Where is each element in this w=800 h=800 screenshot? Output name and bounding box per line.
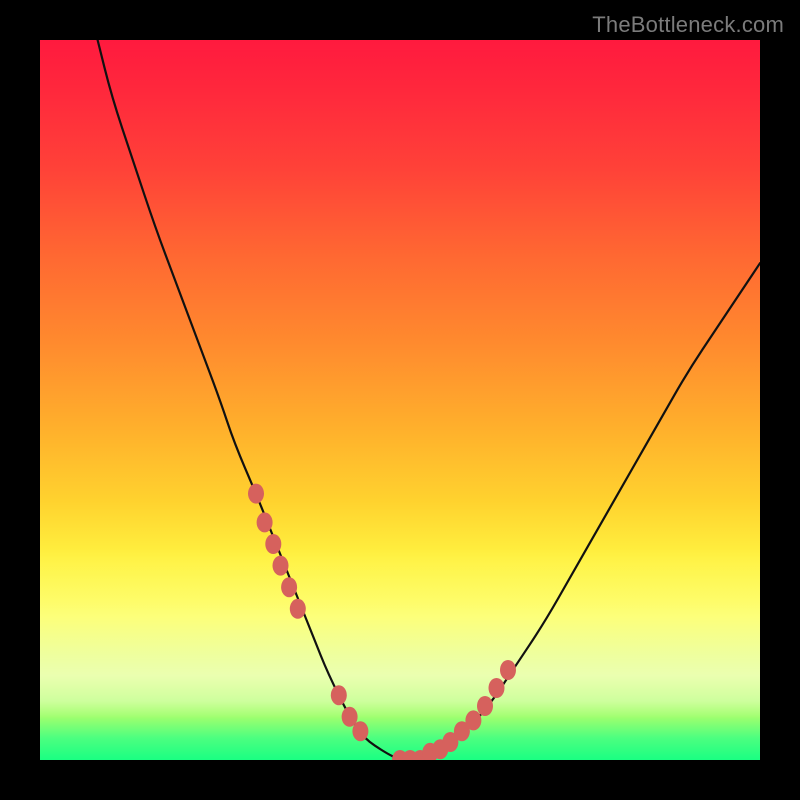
curve-marker (290, 599, 306, 619)
curve-marker (248, 484, 264, 504)
curve-marker (273, 556, 289, 576)
curve-marker (331, 685, 347, 705)
curve-marker (352, 721, 368, 741)
curve-marker (265, 534, 281, 554)
curve-marker (477, 696, 493, 716)
plot-area (40, 40, 760, 760)
curve-svg (40, 40, 760, 760)
bottleneck-curve (98, 40, 760, 760)
curve-marker (281, 577, 297, 597)
watermark-text: TheBottleneck.com (592, 12, 784, 38)
curve-marker (500, 660, 516, 680)
curve-marker (257, 512, 273, 532)
curve-marker (489, 678, 505, 698)
marker-group (248, 484, 516, 760)
curve-marker (465, 710, 481, 730)
chart-frame: TheBottleneck.com (0, 0, 800, 800)
